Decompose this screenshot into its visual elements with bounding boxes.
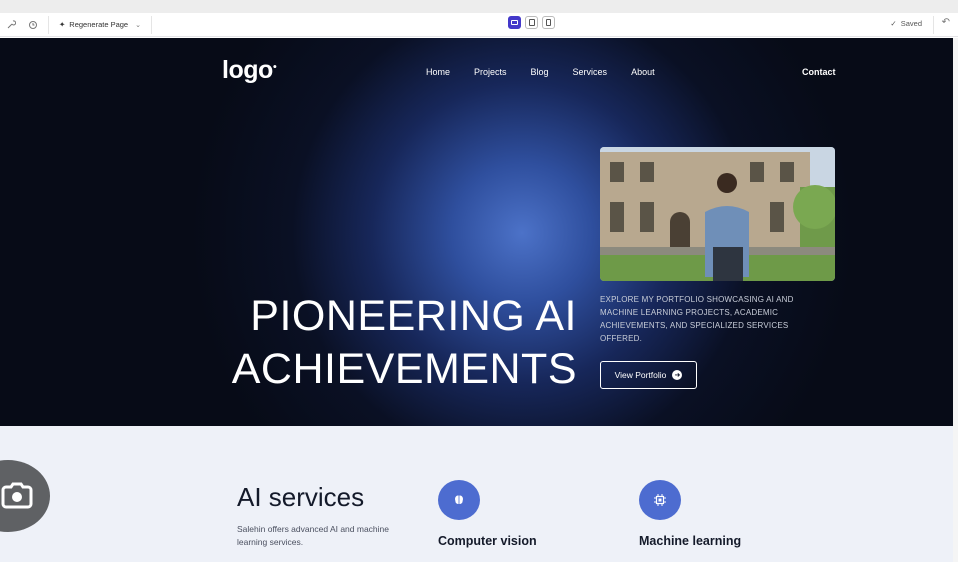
toolbar-divider [933,16,934,34]
regenerate-page-dropdown[interactable]: ✦ Regenerate Page ⌄ [53,20,147,29]
view-portfolio-label: View Portfolio [614,370,667,380]
regenerate-page-label: Regenerate Page [69,20,129,29]
canvas-gutter [953,38,958,562]
logo-mark: ● [272,63,277,71]
nav-projects[interactable]: Projects [474,67,507,77]
nav-contact[interactable]: Contact [802,67,836,77]
tablet-icon [528,19,535,26]
services-description: Salehin offers advanced AI and machine l… [237,524,390,547]
desktop-icon [511,20,518,25]
nav-blog[interactable]: Blog [531,67,549,77]
chip-icon [639,480,681,520]
hero-headline: PIONEERING AI ACHIEVEMENTS [232,290,577,396]
services-section: AI services Salehin offers advanced AI a… [0,426,953,562]
portrait-image [600,147,835,281]
device-switcher [508,16,555,29]
nav-services[interactable]: Services [573,67,608,77]
toolbar-divider [48,15,49,34]
mobile-icon [546,19,551,26]
editor-toolbar: ✦ Regenerate Page ⌄ ✓ Saved ↶ [0,13,958,37]
nav-home[interactable]: Home [426,67,450,77]
service-label: Computer vision [438,534,537,548]
headline-line-1: PIONEERING AI [250,292,577,340]
headline-line-2: ACHIEVEMENTS [231,345,577,393]
service-card-machine-learning[interactable]: Machine learning [639,480,741,548]
view-portfolio-button[interactable]: View Portfolio ➜ [600,361,697,389]
arrow-right-icon: ➜ [672,370,683,380]
logo-text: logo [222,56,273,84]
brain-icon [438,480,480,520]
undo-icon[interactable]: ↶ [942,17,950,28]
tablet-view-button[interactable] [525,16,538,29]
hero-section: logo● Home Projects Blog Services About … [0,38,953,426]
mobile-view-button[interactable] [542,16,555,29]
site-logo[interactable]: logo● [222,56,277,85]
nav-about[interactable]: About [631,67,655,77]
browser-top-strip [0,0,958,13]
service-label: Machine learning [639,534,742,548]
sparkle-icon: ✦ [59,20,66,29]
check-icon: ✓ [890,19,897,28]
wrench-icon[interactable] [0,14,22,36]
main-nav: Home Projects Blog Services About [426,67,679,77]
hero-photo [600,147,835,281]
saved-label: Saved [900,19,922,28]
chevron-down-icon: ⌄ [135,21,141,29]
hero-tagline: EXPLORE MY PORTFOLIO SHOWCASING AI AND M… [600,295,794,343]
toolbar-divider [150,15,152,34]
desktop-view-button[interactable] [508,16,521,29]
save-status: ✓ Saved [890,19,922,28]
history-icon[interactable] [22,14,44,36]
services-title: AI services [237,482,365,512]
camera-search-icon [1,482,33,509]
service-card-computer-vision[interactable]: Computer vision [438,480,537,548]
